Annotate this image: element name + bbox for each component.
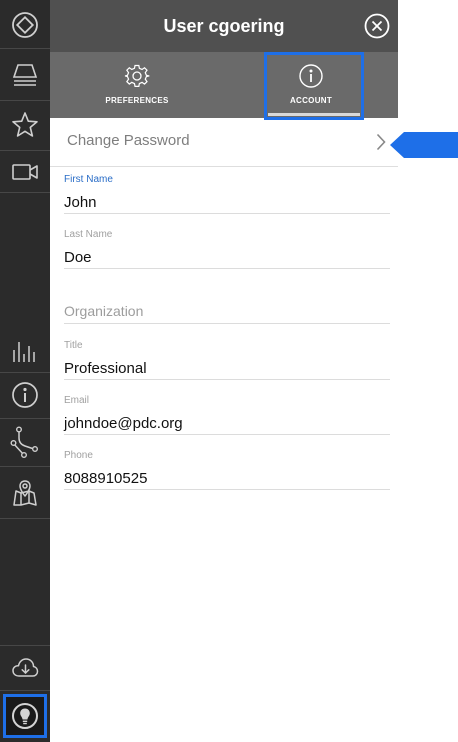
first-name-label: First Name [64,174,113,185]
email-underline [64,434,390,435]
account-panel: User cgoering PREFERENCES ACCOUNT Change… [50,0,398,742]
network-icon[interactable] [0,425,50,459]
email-field[interactable]: johndoe@pdc.org [64,415,183,432]
home-diamond-icon[interactable] [0,10,50,40]
change-password-label: Change Password [67,132,190,149]
layers-icon[interactable] [0,60,50,90]
video-icon[interactable] [0,158,50,186]
sidebar [0,0,50,742]
page-title: User cgoering [163,16,285,36]
title-field[interactable]: Professional [64,360,147,377]
cloud-download-icon[interactable] [0,653,50,683]
phone-field[interactable]: 8088910525 [64,470,147,487]
panel-header: User cgoering [50,0,398,52]
tab-preferences-label: PREFERENCES [105,96,169,105]
lightbulb-icon[interactable] [3,694,47,738]
phone-label: Phone [64,450,93,461]
change-password-row[interactable]: Change Password [50,118,398,167]
star-icon[interactable] [0,110,50,140]
pointer-arrow-icon [390,131,458,164]
map-pin-icon[interactable] [0,476,50,510]
tab-preferences[interactable]: PREFERENCES [50,52,224,118]
chevron-right-icon [376,133,386,156]
tab-bar: PREFERENCES ACCOUNT [50,52,398,120]
organization-heading: Organization [64,303,144,319]
close-icon[interactable] [364,13,390,39]
title-underline [64,379,390,380]
email-label: Email [64,395,90,406]
tab-account-label: ACCOUNT [289,96,333,105]
last-name-field[interactable]: Doe [64,249,92,266]
info-icon [224,63,398,89]
last-name-label: Last Name [64,229,113,240]
first-name-underline [64,213,390,214]
phone-underline [64,489,390,490]
last-name-underline [64,268,390,269]
info-icon[interactable] [0,380,50,410]
title-label: Title [64,340,83,351]
tab-account[interactable]: ACCOUNT [224,52,398,120]
chart-bars-icon[interactable] [0,336,50,366]
tab-active-indicator [268,113,360,116]
organization-divider [64,323,390,324]
gear-icon [50,63,224,89]
first-name-field[interactable]: John [64,194,97,211]
